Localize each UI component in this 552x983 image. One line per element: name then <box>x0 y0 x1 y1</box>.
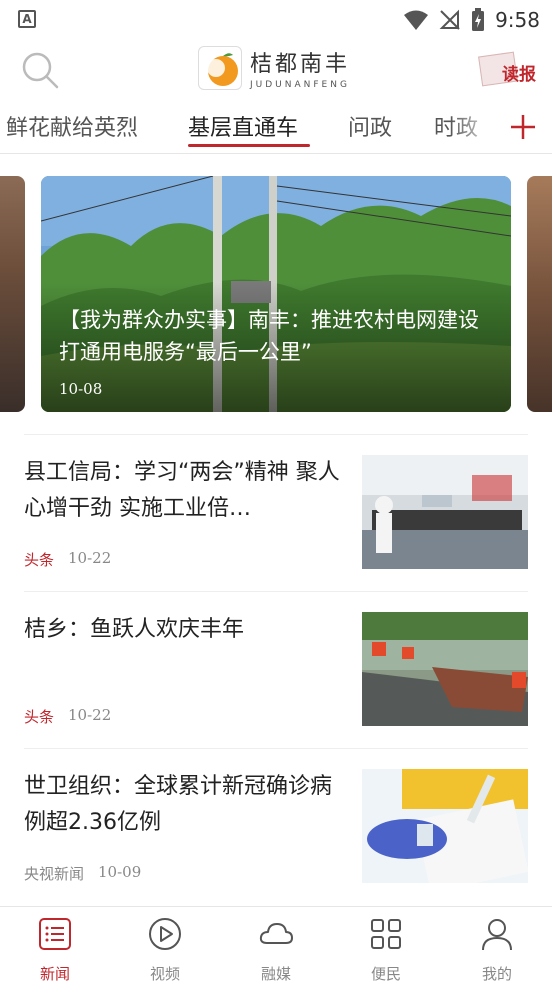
read-newspaper-button[interactable]: 读报 <box>476 50 536 90</box>
news-date: 10-22 <box>68 549 112 567</box>
headline-carousel: 【我为群众办实事】南丰：推进农村电网建设 打通用电服务“最后一公里” 10-08 <box>0 154 552 434</box>
news-meta: 央视新闻 10-09 <box>24 863 141 884</box>
news-meta: 头条 10-22 <box>24 549 111 570</box>
nav-services[interactable]: 便民 <box>346 917 426 983</box>
nav-label: 我的 <box>481 965 512 983</box>
tab-flowers-heroes[interactable]: 鲜花献给英烈 <box>6 110 138 142</box>
news-title: 世卫组织：全球累计新冠确诊病例超2.36亿例 <box>24 774 333 835</box>
user-icon <box>482 919 512 951</box>
list-item[interactable]: 县工信局：学习“两会”精神 聚人心增干劲 实施工业倍… 头条 10-22 <box>24 434 528 591</box>
list-item[interactable]: 桔乡：鱼跃人欢庆丰年 头条 10-22 <box>24 591 528 748</box>
news-list-icon <box>39 918 71 950</box>
logo-title: 桔都南丰 <box>250 52 351 77</box>
nav-label: 便民 <box>370 965 401 983</box>
app-notification-icon: A <box>18 10 36 28</box>
bottom-nav: 新闻 视频 融媒 便民 我的 <box>0 906 552 983</box>
carousel-next-slide[interactable] <box>527 176 552 412</box>
orange-logo-icon <box>207 53 238 86</box>
tab-inquiry[interactable]: 问政 <box>348 110 392 142</box>
carousel-prev-slide[interactable] <box>0 176 25 412</box>
nav-label: 融媒 <box>260 965 291 983</box>
battery-charging-icon <box>472 8 485 31</box>
news-title: 县工信局：学习“两会”精神 聚人心增干劲 实施工业倍… <box>24 460 340 521</box>
news-meta: 头条 10-22 <box>24 706 111 727</box>
clock: 9:58 <box>495 8 540 32</box>
news-source: 头条 <box>24 551 55 569</box>
news-source: 头条 <box>24 708 55 726</box>
nav-news[interactable]: 新闻 <box>15 917 95 983</box>
app-logo: 桔都南丰 JUDUNANFENG <box>198 46 350 90</box>
no-signal-icon <box>439 9 460 30</box>
news-thumbnail <box>362 612 528 726</box>
grid-icon <box>371 919 401 949</box>
carousel-slide[interactable]: 【我为群众办实事】南丰：推进农村电网建设 打通用电服务“最后一公里” 10-08 <box>41 176 511 412</box>
logo-subtitle: JUDUNANFENG <box>250 80 350 90</box>
nav-label: 视频 <box>149 965 180 983</box>
wifi-icon <box>404 10 429 30</box>
logo-badge <box>198 46 242 90</box>
tab-grassroots[interactable]: 基层直通车 <box>188 110 298 142</box>
news-thumbnail <box>362 455 528 569</box>
news-title: 桔乡：鱼跃人欢庆丰年 <box>24 617 245 642</box>
list-item[interactable]: 世卫组织：全球累计新冠确诊病例超2.36亿例 央视新闻 10-09 <box>24 748 528 905</box>
nav-profile[interactable]: 我的 <box>457 917 537 983</box>
news-source: 央视新闻 <box>24 865 85 883</box>
news-date: 10-09 <box>98 863 142 881</box>
nav-media[interactable]: 融媒 <box>236 917 316 983</box>
nav-label: 新闻 <box>39 965 70 983</box>
add-channel-icon[interactable] <box>507 110 539 144</box>
slide-date: 10-08 <box>59 380 103 398</box>
news-date: 10-22 <box>68 706 112 724</box>
tab-fade <box>450 102 500 152</box>
news-thumbnail <box>362 769 528 883</box>
status-bar: A 9:58 <box>0 0 552 40</box>
app-header: 桔都南丰 JUDUNANFENG 读报 <box>0 40 552 102</box>
slide-title: 【我为群众办实事】南丰：推进农村电网建设 打通用电服务“最后一公里” <box>59 308 479 364</box>
search-icon[interactable] <box>20 50 60 90</box>
active-tab-indicator <box>188 144 310 147</box>
channel-tabs: 鲜花献给英烈 基层直通车 问政 时政 <box>0 102 552 154</box>
cloud-icon <box>259 923 293 944</box>
read-newspaper-label: 读报 <box>502 65 536 85</box>
nav-video[interactable]: 视频 <box>125 917 205 983</box>
status-icons: 9:58 <box>403 6 540 34</box>
play-circle-icon <box>149 918 181 950</box>
